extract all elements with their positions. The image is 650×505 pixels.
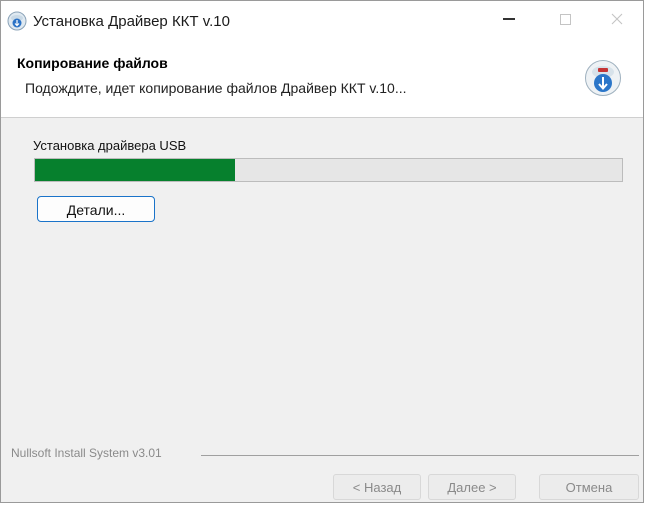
title-bar[interactable]: Установка Драйвер ККТ v.10 [1,1,643,43]
back-button[interactable]: < Назад [333,474,421,500]
page-title: Копирование файлов [17,55,168,71]
page-subtitle: Подождите, идет копирование файлов Драйв… [25,80,407,96]
window-title: Установка Драйвер ККТ v.10 [33,13,230,30]
status-label: Установка драйвера USB [33,138,187,153]
minimize-button[interactable] [485,1,533,37]
maximize-icon [559,13,571,25]
branding-text: Nullsoft Install System v3.01 [11,446,162,460]
close-icon [611,13,623,25]
installer-globe-icon [7,11,27,31]
progress-fill [35,159,235,181]
next-button[interactable]: Далее > [428,474,516,500]
installer-window: Установка Драйвер ККТ v.10 Копирование ф… [0,0,644,503]
close-button[interactable] [593,1,641,37]
progress-bar [34,158,623,182]
installer-globe-icon [585,60,621,96]
minimize-icon [503,18,515,20]
details-button[interactable]: Детали... [37,196,155,222]
branding-divider [201,455,639,456]
maximize-button[interactable] [541,1,589,37]
cancel-button[interactable]: Отмена [539,474,639,500]
page-header: Копирование файлов Подождите, идет копир… [1,43,643,118]
